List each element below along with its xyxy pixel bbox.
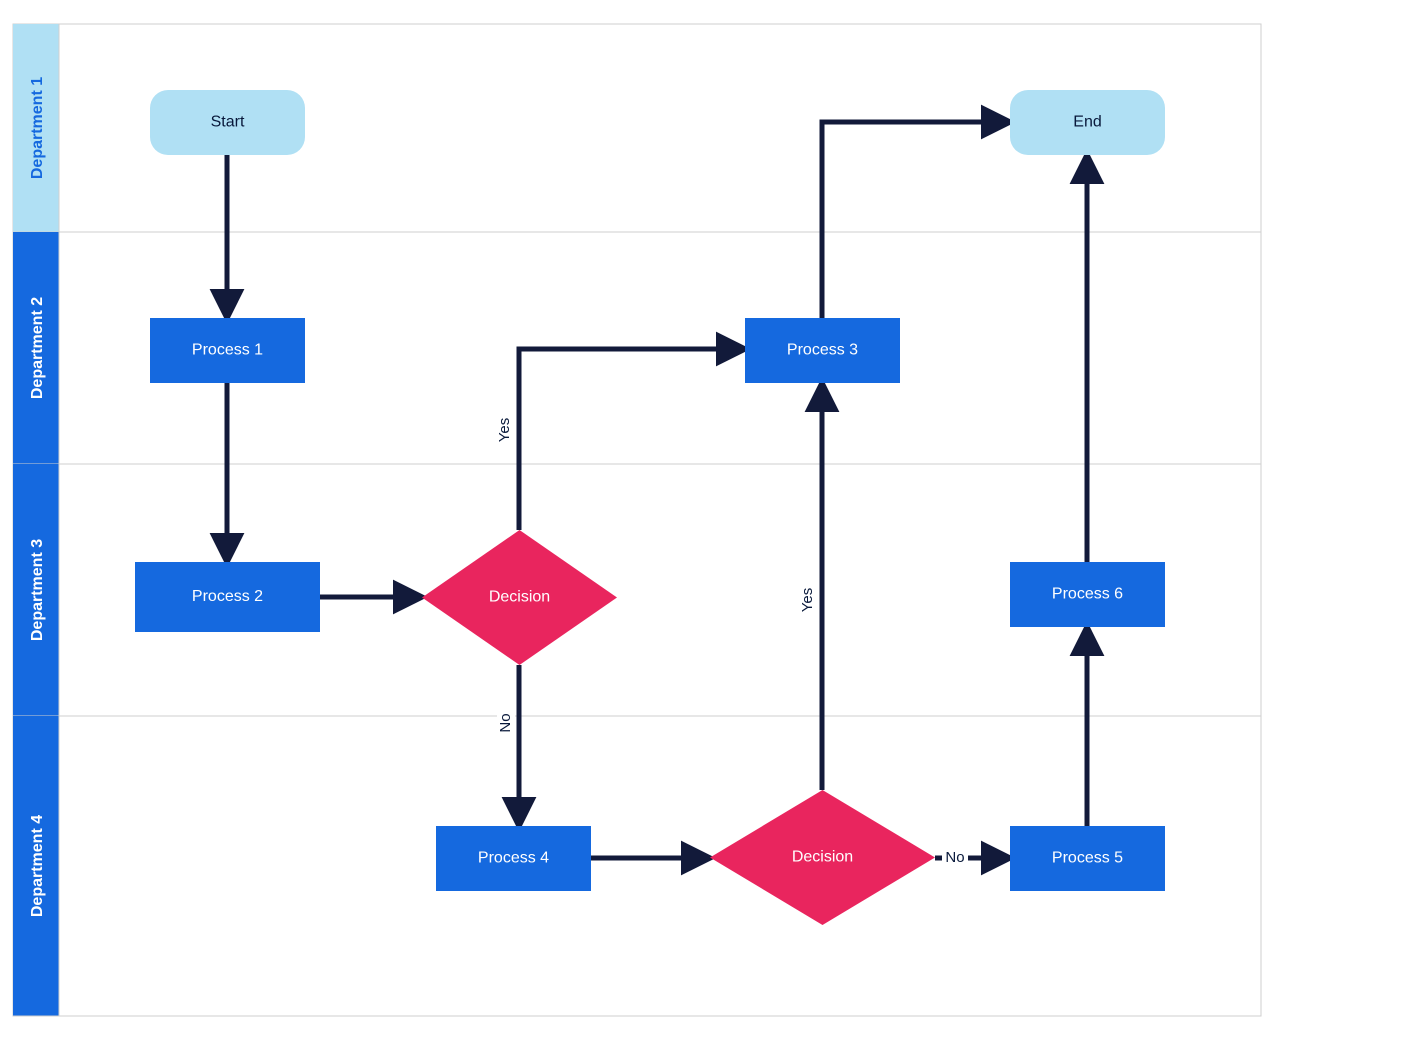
edge-3	[519, 349, 745, 530]
edge-label-4: No	[497, 713, 514, 732]
lane-title-3: Department 4	[29, 815, 46, 917]
node-label-p5: Process 5	[1052, 850, 1123, 867]
node-p1[interactable]: Process 1	[150, 318, 305, 383]
node-d1[interactable]: Decision	[422, 530, 617, 665]
edge-label-3: Yes	[496, 418, 513, 442]
node-label-p1: Process 1	[192, 342, 263, 359]
node-label-d2: Decision	[792, 849, 853, 866]
node-label-p2: Process 2	[192, 588, 263, 605]
edge-label-6: Yes	[799, 588, 816, 612]
node-p5[interactable]: Process 5	[1010, 826, 1165, 891]
node-p6[interactable]: Process 6	[1010, 562, 1165, 627]
node-p3[interactable]: Process 3	[745, 318, 900, 383]
swimlane-flowchart: Department 1 Department 2 Department 3 Depa…	[0, 0, 1410, 1042]
node-end[interactable]: End	[1010, 90, 1165, 155]
diagram-svg: Department 1 Department 2 Department 3 Depa…	[0, 0, 1410, 1042]
node-label-p6: Process 6	[1052, 586, 1123, 603]
node-label-end: End	[1073, 114, 1101, 131]
lane-title-0: Department 1	[29, 77, 46, 179]
lane-title-2: Department 3	[29, 539, 46, 641]
node-d2[interactable]: Decision	[710, 790, 935, 925]
node-p2[interactable]: Process 2	[135, 562, 320, 632]
node-label-p3: Process 3	[787, 342, 858, 359]
node-label-d1: Decision	[489, 589, 550, 606]
node-p4[interactable]: Process 4	[436, 826, 591, 891]
node-label-start: Start	[211, 114, 245, 131]
node-label-p4: Process 4	[478, 850, 549, 867]
edge-10	[822, 122, 1010, 318]
lane-title-1: Department 2	[29, 297, 46, 399]
node-start[interactable]: Start	[150, 90, 305, 155]
edge-label-7: No	[945, 849, 964, 866]
